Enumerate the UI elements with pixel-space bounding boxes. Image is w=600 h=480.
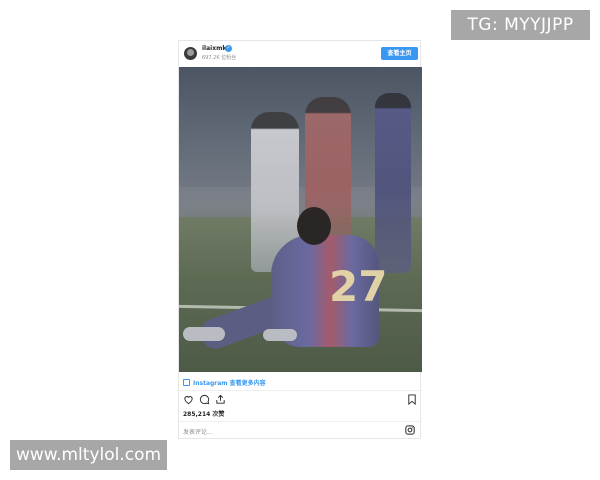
verified-icon: ✓ [225,45,232,52]
bookmark-icon[interactable] [407,394,417,405]
seated-player-head [297,207,331,245]
follower-count: 697.2K 位粉丝 [202,55,237,61]
site-watermark: www.mltylol.com [10,440,167,470]
jersey-number: 27 [329,262,388,311]
divider [179,390,422,391]
instagram-icon [183,378,190,386]
heart-icon[interactable] [183,394,194,405]
instagram-embed-card: ilaixmk ✓ 697.2K 位粉丝 查看主页 27 Instagram 查… [178,40,422,439]
action-bar [179,392,422,408]
instagram-icon[interactable] [405,425,415,435]
instagram-more-label: Instagram 查看更多内容 [193,379,266,387]
view-profile-button[interactable]: 查看主页 [381,47,418,60]
tg-watermark: TG: MYYJJPP [451,10,590,40]
comment-input[interactable]: 发表评论... [183,427,213,436]
share-icon[interactable] [215,394,226,405]
post-header: ilaixmk ✓ 697.2K 位粉丝 查看主页 [179,41,422,67]
post-photo[interactable]: 27 [179,67,422,372]
divider [179,421,422,422]
player-shoe [263,329,297,341]
player-blue-kit [375,93,411,273]
like-count: 285,214 次赞 [183,411,225,418]
player-shoe [183,327,225,341]
username[interactable]: ilaixmk [202,45,226,52]
instagram-more-link[interactable]: Instagram 查看更多内容 [183,376,266,388]
comment-icon[interactable] [199,394,210,405]
avatar[interactable] [184,47,197,60]
